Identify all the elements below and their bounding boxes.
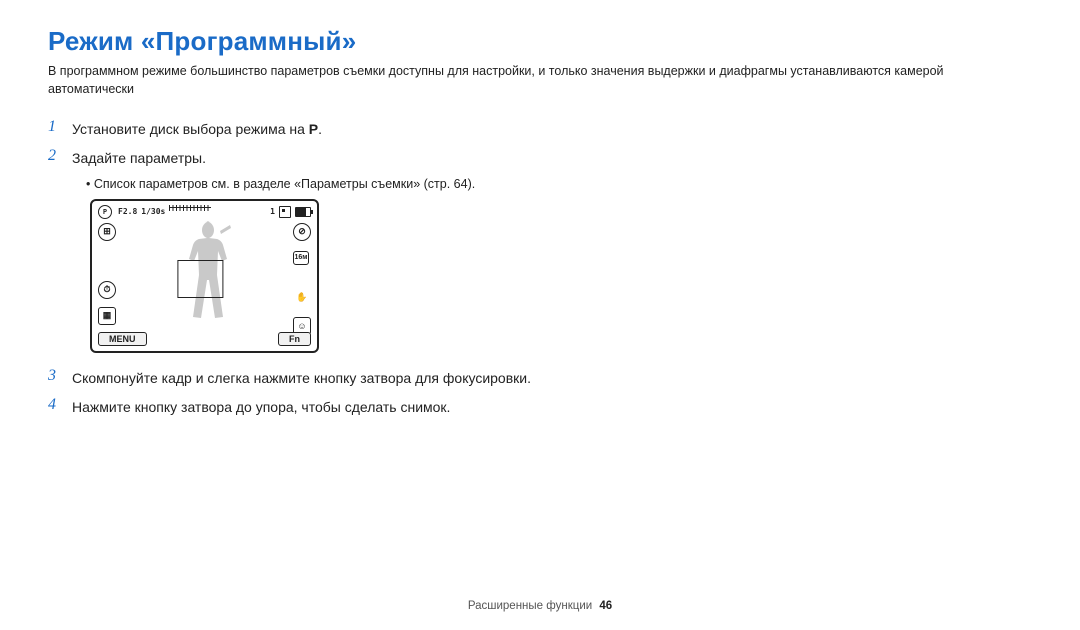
timer-icon: ⏱ <box>98 281 116 299</box>
step1-post: . <box>318 121 322 137</box>
steps-list: 1 Установите диск выбора режима на P. 2 … <box>48 118 588 417</box>
ev-scale-icon <box>169 207 211 216</box>
step-text: Установите диск выбора режима на P. <box>72 118 322 139</box>
menu-button[interactable]: MENU <box>98 332 147 346</box>
step-text: Задайте параметры. <box>72 147 206 168</box>
lcd-bottombar: MENU Fn <box>98 332 311 346</box>
intro-text: В программном режиме большинство парамет… <box>48 63 1032 98</box>
lcd-right-icons: ⊘ 16м ✋ ☺ <box>293 223 311 335</box>
mode-letter: P <box>309 121 318 137</box>
step-2-subnote: Список параметров см. в разделе «Парамет… <box>86 177 588 191</box>
step-number: 3 <box>48 367 72 385</box>
footer-page-number: 46 <box>599 600 612 612</box>
lcd-screen: P F2.8 1/30s 1 ⊞ ⏱ ▦ ⊘ 16м ✋ <box>90 199 319 353</box>
stabilizer-icon: ✋ <box>293 289 311 307</box>
fn-button[interactable]: Fn <box>278 332 311 346</box>
step-text: Нажмите кнопку затвора до упора, чтобы с… <box>72 396 450 417</box>
page-title: Режим «Программный» <box>48 26 1032 57</box>
footer-section: Расширенные функции <box>468 600 592 612</box>
step-number: 2 <box>48 147 72 165</box>
lcd-left-icons: ⊞ ⏱ ▦ <box>98 223 116 325</box>
shutter-value: 1/30s <box>141 207 165 216</box>
drive-mode-icon: ⊞ <box>98 223 116 241</box>
step-number: 4 <box>48 396 72 414</box>
lcd-topbar: P F2.8 1/30s 1 <box>98 205 311 219</box>
page-footer: Расширенные функции 46 <box>0 600 1080 612</box>
flash-off-icon: ⊘ <box>293 223 311 241</box>
aperture-value: F2.8 <box>118 207 137 216</box>
step-1: 1 Установите диск выбора режима на P. <box>48 118 588 139</box>
focus-frame-icon <box>177 260 223 298</box>
battery-icon <box>295 207 311 217</box>
step1-pre: Установите диск выбора режима на <box>72 121 309 137</box>
lcd-illustration: P F2.8 1/30s 1 ⊞ ⏱ ▦ ⊘ 16м ✋ <box>90 199 588 353</box>
mode-icon: P <box>98 205 112 219</box>
step-number: 1 <box>48 118 72 136</box>
step-text: Скомпонуйте кадр и слегка нажмите кнопку… <box>72 367 531 388</box>
sdcard-icon <box>279 206 291 218</box>
image-size-icon: 16м <box>293 251 309 265</box>
step-3: 3 Скомпонуйте кадр и слегка нажмите кноп… <box>48 367 588 388</box>
grid-icon: ▦ <box>98 307 116 325</box>
step-2: 2 Задайте параметры. <box>48 147 588 168</box>
step-4: 4 Нажмите кнопку затвора до упора, чтобы… <box>48 396 588 417</box>
shot-count: 1 <box>270 207 275 216</box>
